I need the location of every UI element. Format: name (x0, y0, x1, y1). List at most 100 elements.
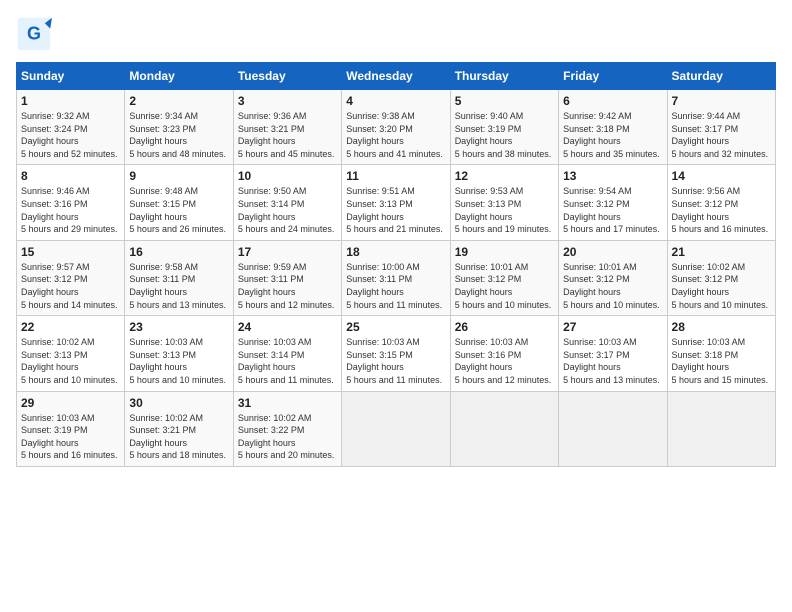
day-number: 12 (455, 169, 554, 183)
calendar-cell: 2Sunrise: 9:34 AMSunset: 3:23 PMDaylight… (125, 90, 233, 165)
day-info: Sunrise: 10:03 AMSunset: 3:17 PMDaylight… (563, 337, 660, 385)
day-info: Sunrise: 9:40 AMSunset: 3:19 PMDaylight … (455, 111, 552, 159)
day-number: 22 (21, 320, 120, 334)
day-info: Sunrise: 9:44 AMSunset: 3:17 PMDaylight … (672, 111, 769, 159)
calendar-cell: 8Sunrise: 9:46 AMSunset: 3:16 PMDaylight… (17, 165, 125, 240)
calendar-cell: 10 Sunrise: 9:50 AMSunset: 3:14 PMDayligh… (233, 165, 341, 240)
day-number: 3 (238, 94, 337, 108)
calendar-cell: 3Sunrise: 9:36 AMSunset: 3:21 PMDaylight… (233, 90, 341, 165)
calendar-week-row: 8Sunrise: 9:46 AMSunset: 3:16 PMDaylight… (17, 165, 776, 240)
weekday-header: Monday (125, 63, 233, 90)
calendar-cell: 11 Sunrise: 9:51 AMSunset: 3:13 PMDayligh… (342, 165, 450, 240)
logo-icon: G (16, 16, 52, 52)
day-number: 15 (21, 245, 120, 259)
day-info: Sunrise: 10:02 AMSunset: 3:21 PMDaylight… (129, 413, 226, 461)
day-info: Sunrise: 9:42 AMSunset: 3:18 PMDaylight … (563, 111, 660, 159)
calendar-cell: 29 Sunrise: 10:03 AMSunset: 3:19 PMDaylig… (17, 391, 125, 466)
calendar-cell: 17 Sunrise: 9:59 AMSunset: 3:11 PMDayligh… (233, 240, 341, 315)
day-info: Sunrise: 10:01 AMSunset: 3:12 PMDaylight… (455, 262, 552, 310)
calendar-cell: 4 Sunrise: 9:38 AMSunset: 3:20 PMDaylight… (342, 90, 450, 165)
calendar-cell (342, 391, 450, 466)
weekday-header: Wednesday (342, 63, 450, 90)
day-number: 9 (129, 169, 228, 183)
day-number: 7 (672, 94, 771, 108)
weekday-header: Friday (559, 63, 667, 90)
day-info: Sunrise: 9:59 AMSunset: 3:11 PMDaylight … (238, 262, 335, 310)
calendar-cell: 13Sunrise: 9:54 AMSunset: 3:12 PMDayligh… (559, 165, 667, 240)
day-number: 29 (21, 396, 120, 410)
day-info: Sunrise: 9:51 AMSunset: 3:13 PMDaylight … (346, 186, 443, 234)
day-number: 17 (238, 245, 337, 259)
calendar-cell: 15 Sunrise: 9:57 AMSunset: 3:12 PMDayligh… (17, 240, 125, 315)
calendar-cell: 31Sunrise: 10:02 AMSunset: 3:22 PMDaylig… (233, 391, 341, 466)
calendar-cell: 14 Sunrise: 9:56 AMSunset: 3:12 PMDayligh… (667, 165, 775, 240)
day-info: Sunrise: 10:03 AMSunset: 3:18 PMDaylight… (672, 337, 769, 385)
calendar-table: SundayMondayTuesdayWednesdayThursdayFrid… (16, 62, 776, 467)
day-number: 4 (346, 94, 445, 108)
calendar-cell: 26Sunrise: 10:03 AMSunset: 3:16 PMDaylig… (450, 316, 558, 391)
day-number: 8 (21, 169, 120, 183)
day-number: 24 (238, 320, 337, 334)
day-info: Sunrise: 10:03 AMSunset: 3:14 PMDaylight… (238, 337, 334, 385)
calendar-cell: 22Sunrise: 10:02 AMSunset: 3:13 PMDaylig… (17, 316, 125, 391)
day-info: Sunrise: 9:32 AMSunset: 3:24 PMDaylight … (21, 111, 118, 159)
page-container: G SundayMondayTuesdayWednesdayThursdayFr… (0, 0, 792, 475)
day-info: Sunrise: 9:53 AMSunset: 3:13 PMDaylight … (455, 186, 552, 234)
day-number: 25 (346, 320, 445, 334)
calendar-cell: 6 Sunrise: 9:42 AMSunset: 3:18 PMDaylight… (559, 90, 667, 165)
weekday-header: Tuesday (233, 63, 341, 90)
day-info: Sunrise: 10:02 AMSunset: 3:12 PMDaylight… (672, 262, 769, 310)
calendar-cell: 25 Sunrise: 10:03 AMSunset: 3:15 PMDaylig… (342, 316, 450, 391)
calendar-cell: 28 Sunrise: 10:03 AMSunset: 3:18 PMDaylig… (667, 316, 775, 391)
day-number: 21 (672, 245, 771, 259)
calendar-cell: 12 Sunrise: 9:53 AMSunset: 3:13 PMDayligh… (450, 165, 558, 240)
day-info: Sunrise: 10:01 AMSunset: 3:12 PMDaylight… (563, 262, 660, 310)
day-info: Sunrise: 9:56 AMSunset: 3:12 PMDaylight … (672, 186, 769, 234)
day-info: Sunrise: 9:38 AMSunset: 3:20 PMDaylight … (346, 111, 443, 159)
day-number: 20 (563, 245, 662, 259)
day-number: 6 (563, 94, 662, 108)
weekday-header: Thursday (450, 63, 558, 90)
calendar-cell (559, 391, 667, 466)
day-info: Sunrise: 9:34 AMSunset: 3:23 PMDaylight … (129, 111, 226, 159)
calendar-week-row: 22Sunrise: 10:02 AMSunset: 3:13 PMDaylig… (17, 316, 776, 391)
day-number: 27 (563, 320, 662, 334)
day-info: Sunrise: 10:03 AMSunset: 3:19 PMDaylight… (21, 413, 118, 461)
day-number: 16 (129, 245, 228, 259)
day-number: 11 (346, 169, 445, 183)
day-info: Sunrise: 10:02 AMSunset: 3:22 PMDaylight… (238, 413, 335, 461)
calendar-cell (450, 391, 558, 466)
day-info: Sunrise: 10:00 AMSunset: 3:11 PMDaylight… (346, 262, 442, 310)
calendar-cell: 21 Sunrise: 10:02 AMSunset: 3:12 PMDaylig… (667, 240, 775, 315)
day-info: Sunrise: 9:58 AMSunset: 3:11 PMDaylight … (129, 262, 226, 310)
day-info: Sunrise: 10:03 AMSunset: 3:15 PMDaylight… (346, 337, 442, 385)
calendar-cell: 20 Sunrise: 10:01 AMSunset: 3:12 PMDaylig… (559, 240, 667, 315)
calendar-cell: 9 Sunrise: 9:48 AMSunset: 3:15 PMDaylight… (125, 165, 233, 240)
day-number: 23 (129, 320, 228, 334)
calendar-cell: 30 Sunrise: 10:02 AMSunset: 3:21 PMDaylig… (125, 391, 233, 466)
day-info: Sunrise: 9:50 AMSunset: 3:14 PMDaylight … (238, 186, 335, 234)
logo: G (16, 16, 54, 52)
calendar-cell: 24 Sunrise: 10:03 AMSunset: 3:14 PMDaylig… (233, 316, 341, 391)
day-info: Sunrise: 9:57 AMSunset: 3:12 PMDaylight … (21, 262, 118, 310)
calendar-week-row: 1 Sunrise: 9:32 AMSunset: 3:24 PMDaylight… (17, 90, 776, 165)
day-number: 1 (21, 94, 120, 108)
calendar-cell: 1 Sunrise: 9:32 AMSunset: 3:24 PMDaylight… (17, 90, 125, 165)
calendar-cell: 7 Sunrise: 9:44 AMSunset: 3:17 PMDaylight… (667, 90, 775, 165)
day-number: 30 (129, 396, 228, 410)
calendar-week-row: 15 Sunrise: 9:57 AMSunset: 3:12 PMDayligh… (17, 240, 776, 315)
day-number: 14 (672, 169, 771, 183)
calendar-cell: 16 Sunrise: 9:58 AMSunset: 3:11 PMDayligh… (125, 240, 233, 315)
calendar-cell: 23 Sunrise: 10:03 AMSunset: 3:13 PMDaylig… (125, 316, 233, 391)
svg-text:G: G (27, 23, 41, 43)
weekday-header: Saturday (667, 63, 775, 90)
day-info: Sunrise: 9:54 AMSunset: 3:12 PMDaylight … (563, 186, 660, 234)
day-info: Sunrise: 10:03 AMSunset: 3:16 PMDaylight… (455, 337, 552, 385)
day-info: Sunrise: 10:03 AMSunset: 3:13 PMDaylight… (129, 337, 226, 385)
page-header: G (16, 16, 776, 52)
day-number: 28 (672, 320, 771, 334)
day-number: 10 (238, 169, 337, 183)
day-info: Sunrise: 9:48 AMSunset: 3:15 PMDaylight … (129, 186, 226, 234)
calendar-week-row: 29 Sunrise: 10:03 AMSunset: 3:19 PMDaylig… (17, 391, 776, 466)
calendar-cell: 19Sunrise: 10:01 AMSunset: 3:12 PMDaylig… (450, 240, 558, 315)
